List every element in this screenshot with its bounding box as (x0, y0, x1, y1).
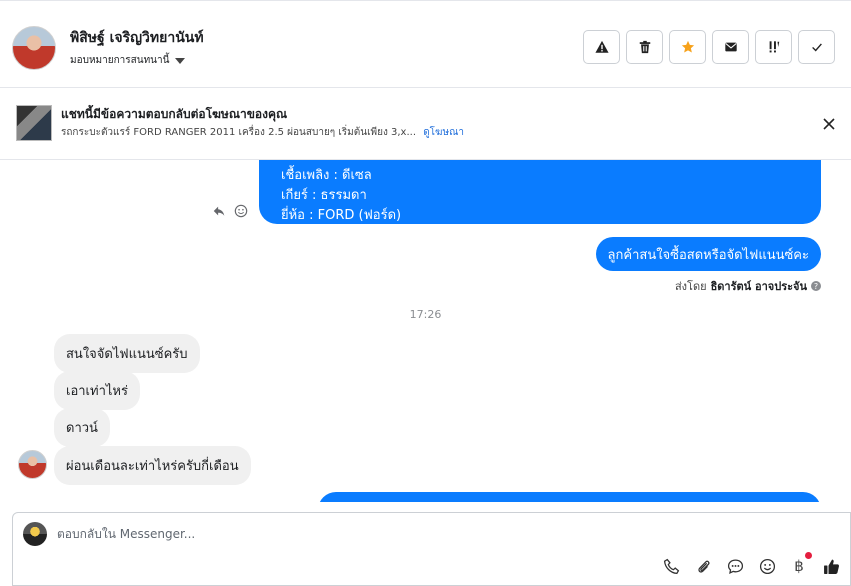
notification-dot (805, 552, 812, 559)
view-ad-link[interactable]: ดูโฆษณา (423, 127, 464, 138)
outgoing-message[interactable]: ลูกค้าสนใจซื้อสดหรือจัดไฟแนนซ์คะ (595, 237, 821, 271)
phone-icon (663, 558, 679, 574)
spam-button[interactable] (583, 30, 620, 64)
message-composer: ฿ (12, 512, 851, 586)
info-icon[interactable]: ? (811, 281, 821, 291)
mark-done-button[interactable] (798, 30, 835, 64)
spec-line: เชื้อเพลิง : ดีเซล (281, 168, 372, 183)
saved-replies-button[interactable] (726, 557, 744, 575)
attach-button[interactable] (694, 557, 712, 575)
check-icon (811, 43, 822, 52)
payment-button[interactable]: ฿ (790, 552, 812, 575)
sent-by-prefix: ส่งโดย (674, 280, 707, 293)
chat-bubble-icon (727, 558, 743, 574)
sender-avatar (18, 450, 47, 479)
follow-up-button[interactable] (755, 30, 792, 64)
emoji-icon (759, 558, 775, 574)
incoming-message[interactable]: สนใจจัดไฟแนนซ์ครับ (54, 334, 200, 373)
incoming-message[interactable]: ดาวน์ (54, 408, 110, 447)
mark-unread-button[interactable] (712, 30, 749, 64)
reply-icon[interactable] (212, 204, 226, 218)
thumbs-up-icon (823, 559, 839, 574)
outgoing-message[interactable] (318, 492, 821, 502)
sent-by-label: ส่งโดย ธิดารัตน์ อาจประจัน ? (675, 277, 821, 295)
message-actions (212, 204, 248, 218)
conversation-actions (583, 30, 835, 64)
sender-name: ธิดารัตน์ อาจประจัน (710, 280, 807, 293)
incoming-message[interactable]: เอาเท่าไหร่ (54, 371, 140, 410)
star-icon (681, 40, 694, 53)
emoji-react-icon[interactable] (234, 204, 248, 218)
ad-banner-title: แชทนี้มีข้อความตอบกลับต่อโฆษณาของคุณ (61, 107, 288, 121)
envelope-icon (724, 42, 737, 52)
ad-reply-banner: แชทนี้มีข้อความตอบกลับต่อโฆษณาของคุณ รถก… (0, 88, 851, 160)
flag-exclaim-icon (769, 41, 779, 53)
close-icon[interactable] (821, 116, 837, 132)
assign-conversation-dropdown[interactable]: มอบหมายการสนทนานี้ (70, 53, 186, 68)
reply-input[interactable] (57, 523, 657, 545)
call-button[interactable] (662, 557, 680, 575)
conversation-header: พิสิษฐ์ เจริญวิทยานันท์ มอบหมายการสนทนาน… (0, 0, 851, 88)
paperclip-icon (697, 560, 709, 573)
trash-icon (639, 40, 650, 54)
message-timestamp: 17:26 (409, 308, 442, 321)
emoji-button[interactable] (758, 557, 776, 575)
warning-icon (594, 40, 609, 53)
ad-banner-subtitle: รถกระบะตัวแรร์ FORD RANGER 2011 เครื่อง … (61, 125, 464, 140)
contact-avatar[interactable] (12, 26, 56, 70)
incoming-message[interactable]: ผ่อนเดือนละเท่าไหร่ครับกี่เดือน (54, 446, 251, 485)
spec-line: เกียร์ : ธรรมดา (281, 188, 367, 203)
ad-thumbnail[interactable] (16, 105, 52, 141)
caret-down-icon (175, 57, 186, 64)
page-avatar (23, 522, 47, 546)
ad-description: รถกระบะตัวแรร์ FORD RANGER 2011 เครื่อง … (61, 127, 416, 138)
contact-name[interactable]: พิสิษฐ์ เจริญวิทยานันท์ (70, 27, 204, 49)
outgoing-message-specs[interactable]: เชื้อเพลิง : ดีเซล เกียร์ : ธรรมดา ยี่ห้… (259, 160, 821, 224)
star-button[interactable] (669, 30, 706, 64)
message-thread[interactable]: เชื้อเพลิง : ดีเซล เกียร์ : ธรรมดา ยี่ห้… (0, 160, 851, 502)
assign-label: มอบหมายการสนทนานี้ (70, 55, 170, 66)
composer-toolbar: ฿ (662, 552, 840, 575)
like-button[interactable] (822, 557, 840, 575)
delete-button[interactable] (626, 30, 663, 64)
spec-line: ยี่ห้อ : FORD (ฟอร์ด) (281, 208, 402, 223)
baht-icon: ฿ (794, 557, 804, 575)
